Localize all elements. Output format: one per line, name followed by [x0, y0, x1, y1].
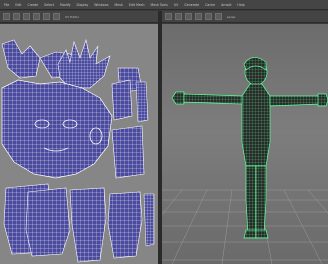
perspective-viewport[interactable] — [162, 24, 328, 264]
menu-item-cache[interactable]: Cache — [205, 3, 215, 7]
scale-tool-icon[interactable] — [33, 13, 40, 20]
menu-item-uv[interactable]: UV — [174, 3, 179, 7]
menu-item-mesh-tools[interactable]: Mesh Tools — [151, 3, 168, 7]
menu-item-arnold[interactable]: Arnold — [221, 3, 231, 7]
menu-item-mesh[interactable]: Mesh — [115, 3, 123, 7]
menu-item-file[interactable]: File — [4, 3, 9, 7]
ground-grid — [162, 189, 328, 264]
uv-shell-pants-right — [107, 191, 143, 259]
character-foot-right — [255, 229, 269, 239]
uv-shell-sleeve-left — [1, 39, 41, 79]
menu-item-edit-mesh[interactable]: Edit Mesh — [129, 3, 145, 7]
menu-item-create[interactable]: Create — [28, 3, 39, 7]
lighting-icon[interactable] — [205, 13, 212, 20]
select-tool-icon[interactable] — [3, 13, 10, 20]
isolate-select-icon[interactable] — [215, 13, 222, 20]
character-hand-left — [171, 91, 185, 105]
uv-shell-pants-left — [69, 187, 107, 263]
character-leg-right — [255, 165, 267, 235]
textured-icon[interactable] — [195, 13, 202, 20]
uv-shell-arm-lower — [111, 125, 145, 179]
uv-snapshot-icon[interactable] — [43, 13, 50, 20]
character-mesh — [171, 57, 328, 239]
uv-editor-title: UV Editor — [65, 14, 80, 19]
viewport-camera-label: persp — [227, 14, 236, 19]
character-arm-right — [269, 95, 321, 107]
uv-shell-strip-a — [135, 81, 149, 123]
uv-layout-canvas[interactable] — [0, 24, 158, 264]
menu-item-help[interactable]: Help — [237, 3, 244, 7]
character-hand-right — [317, 93, 328, 107]
checker-toggle-icon[interactable] — [53, 13, 60, 20]
smooth-shade-icon[interactable] — [185, 13, 192, 20]
move-tool-icon[interactable] — [13, 13, 20, 20]
menu-item-edit[interactable]: Edit — [15, 3, 21, 7]
viewport-toolbar: persp — [162, 11, 328, 23]
menu-item-select[interactable]: Select — [44, 3, 54, 7]
viewport-canvas[interactable] — [162, 24, 328, 264]
wireframe-icon[interactable] — [175, 13, 182, 20]
uv-editor-toolbar: UV Editor — [0, 11, 158, 23]
uv-shell-strip-b — [143, 193, 155, 247]
uv-shell-torso-back — [25, 187, 71, 257]
character-foot-left — [243, 229, 257, 239]
menu-item-generate[interactable]: Generate — [184, 3, 199, 7]
rotate-tool-icon[interactable] — [23, 13, 30, 20]
menu-item-display[interactable]: Display — [77, 3, 89, 7]
main-menubar: File Edit Create Select Modify Display Windows… — [0, 0, 328, 10]
character-leg-left — [245, 165, 257, 235]
uv-shell-hand — [57, 38, 111, 89]
menu-item-modify[interactable]: Modify — [60, 3, 71, 7]
character-torso — [241, 83, 271, 167]
uv-shell-face — [1, 79, 113, 179]
uv-editor-panel[interactable] — [0, 24, 158, 264]
menu-item-windows[interactable]: Windows — [94, 3, 108, 7]
uv-shell-arm-upper — [111, 79, 133, 121]
character-arm-left — [181, 93, 243, 105]
camera-icon[interactable] — [165, 13, 172, 20]
